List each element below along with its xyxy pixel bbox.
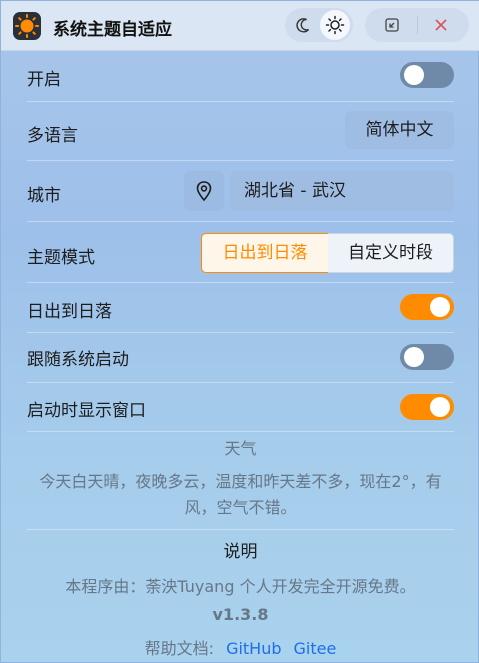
sunrise-sunset-label: 日出到日落 bbox=[27, 302, 112, 322]
weather-text: 今天白天晴，夜晚多云，温度和昨天差不多，现在2°，有风，空气不错。 bbox=[39, 472, 442, 517]
sun-logo-icon bbox=[13, 12, 41, 40]
city-row: 城市 湖北省 - 武汉 bbox=[27, 171, 454, 211]
about-text: 本程序由：荼泱Tuyang 个人开发完全开源免费。 bbox=[65, 577, 416, 596]
city-field[interactable]: 湖北省 - 武汉 bbox=[230, 171, 454, 211]
app-title: 系统主题自适应 bbox=[53, 20, 172, 40]
version-label: v1.3.8 bbox=[212, 605, 269, 624]
light-theme-button[interactable] bbox=[320, 10, 350, 40]
divider bbox=[27, 101, 454, 102]
locate-button[interactable] bbox=[184, 171, 224, 211]
theme-mode-option-custom[interactable]: 自定义时段 bbox=[328, 233, 454, 273]
github-link[interactable]: GitHub bbox=[226, 639, 281, 658]
weather-title: 天气 bbox=[224, 439, 257, 458]
title-bar: 系统主题自适应 bbox=[1, 1, 479, 51]
help-docs: 帮助文档: GitHub Gitee bbox=[1, 635, 479, 659]
show-window-label: 启动时显示窗口 bbox=[27, 401, 146, 421]
toggle-knob bbox=[430, 297, 450, 317]
divider bbox=[27, 282, 454, 283]
app-window: 系统主题自适应 开启 多语言 简体中文 城市 湖北省 - 武汉 主题模式 日出到… bbox=[0, 0, 479, 663]
enable-label: 开启 bbox=[27, 70, 61, 90]
sunrise-sunset-row: 日出到日落 bbox=[27, 294, 454, 322]
theme-switcher bbox=[285, 8, 353, 42]
language-row: 多语言 简体中文 bbox=[27, 111, 454, 151]
divider bbox=[27, 160, 454, 161]
theme-mode-row: 主题模式 日出到日落 自定义时段 bbox=[27, 233, 454, 273]
restore-icon bbox=[385, 18, 399, 32]
about-title: 说明 bbox=[223, 542, 258, 562]
language-label: 多语言 bbox=[27, 126, 78, 146]
close-icon bbox=[435, 19, 447, 31]
toggle-knob bbox=[404, 347, 424, 367]
city-label: 城市 bbox=[27, 186, 61, 206]
toggle-knob bbox=[404, 65, 424, 85]
language-select[interactable]: 简体中文 bbox=[345, 111, 454, 149]
divider bbox=[27, 332, 454, 333]
autostart-label: 跟随系统启动 bbox=[27, 350, 129, 370]
theme-mode-label: 主题模式 bbox=[27, 248, 95, 268]
close-button[interactable] bbox=[417, 10, 465, 40]
toggle-knob bbox=[430, 397, 450, 417]
location-pin-icon bbox=[196, 181, 212, 202]
window-controls bbox=[365, 8, 469, 42]
theme-mode-segmented: 日出到日落 自定义时段 bbox=[201, 233, 454, 273]
sunrise-sunset-toggle[interactable] bbox=[400, 294, 454, 320]
autostart-toggle[interactable] bbox=[400, 344, 454, 370]
show-window-row: 启动时显示窗口 bbox=[27, 394, 454, 422]
dark-theme-button[interactable] bbox=[288, 10, 318, 40]
enable-row: 开启 bbox=[27, 62, 454, 90]
moon-icon bbox=[296, 18, 310, 33]
gitee-link[interactable]: Gitee bbox=[294, 639, 337, 658]
divider bbox=[27, 431, 454, 432]
divider bbox=[27, 382, 454, 383]
autostart-row: 跟随系统启动 bbox=[27, 344, 454, 372]
help-label: 帮助文档: bbox=[144, 639, 215, 658]
show-window-toggle[interactable] bbox=[400, 394, 454, 420]
enable-toggle[interactable] bbox=[400, 62, 454, 88]
restore-button[interactable] bbox=[369, 10, 417, 40]
divider bbox=[27, 221, 454, 222]
divider bbox=[27, 529, 454, 530]
sun-icon bbox=[325, 15, 345, 35]
theme-mode-option-sunrise[interactable]: 日出到日落 bbox=[201, 233, 329, 273]
